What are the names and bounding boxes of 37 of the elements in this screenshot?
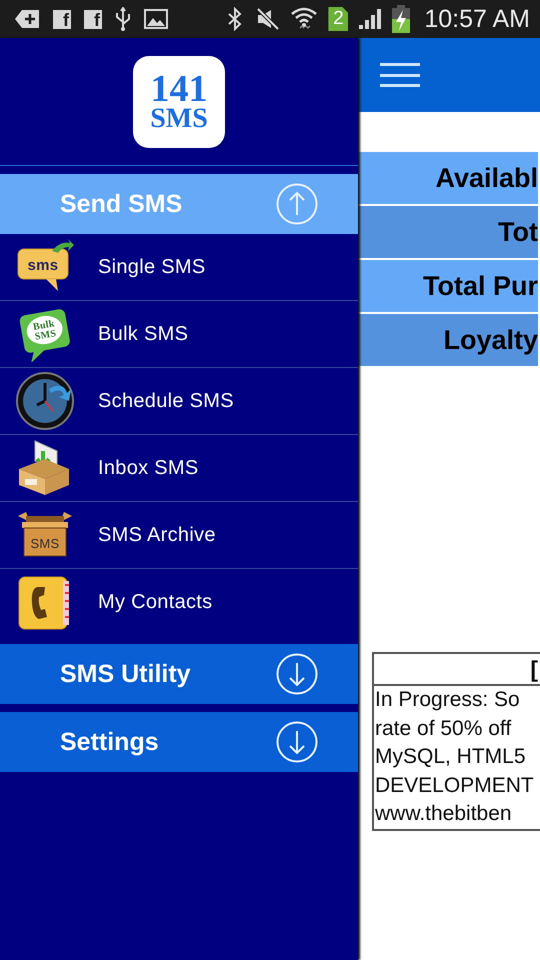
notice-text: DEVELOPMENT <box>374 772 535 798</box>
menu-item[interactable]: Schedule SMS <box>0 368 358 435</box>
facebook-icon: f <box>53 10 71 28</box>
notice-title: [ <box>530 656 538 682</box>
app-logo: 141 SMS <box>133 56 225 148</box>
clock-time: 10:57 AM <box>424 4 530 34</box>
menu-item[interactable]: SMS SMS Archive <box>0 502 358 569</box>
mute-icon <box>256 8 280 30</box>
usb-icon <box>115 7 131 31</box>
section-title: SMS Utility <box>60 660 192 688</box>
expand-icon[interactable] <box>276 721 318 763</box>
menu-button[interactable] <box>380 61 420 89</box>
menu-item[interactable]: My Contacts <box>0 569 358 636</box>
notice-text: MySQL, HTML5 <box>374 744 527 770</box>
wifi-icon <box>290 6 318 32</box>
section-title: Settings <box>60 728 160 756</box>
notice-text: rate of 50% off <box>374 716 512 742</box>
stat-row: Tot <box>358 206 538 258</box>
stat-row: Loyalty <box>358 314 538 366</box>
section-title: Send SMS <box>60 190 184 218</box>
notice-text: www.thebitben <box>374 801 513 827</box>
section-header[interactable]: Settings <box>0 712 358 772</box>
battery-icon <box>392 5 410 33</box>
expand-icon[interactable] <box>276 653 318 695</box>
menu-item[interactable]: Inbox SMS <box>0 435 358 502</box>
menu-item[interactable]: Bulk SMS Bulk SMS <box>0 301 358 368</box>
add-icon <box>14 9 40 29</box>
signal-icon <box>358 8 382 30</box>
image-icon <box>144 9 168 29</box>
section-header[interactable]: SMS Utility <box>0 644 358 704</box>
notice-text: In Progress: So <box>374 687 521 713</box>
sim-badge: 2 <box>328 7 348 31</box>
clock-icon <box>15 371 75 431</box>
menu-item[interactable]: sms Single SMS <box>0 234 358 301</box>
stat-row: Availabl <box>358 152 538 204</box>
facebook-icon: f <box>84 10 102 28</box>
stat-row: Total Pur <box>358 260 538 312</box>
